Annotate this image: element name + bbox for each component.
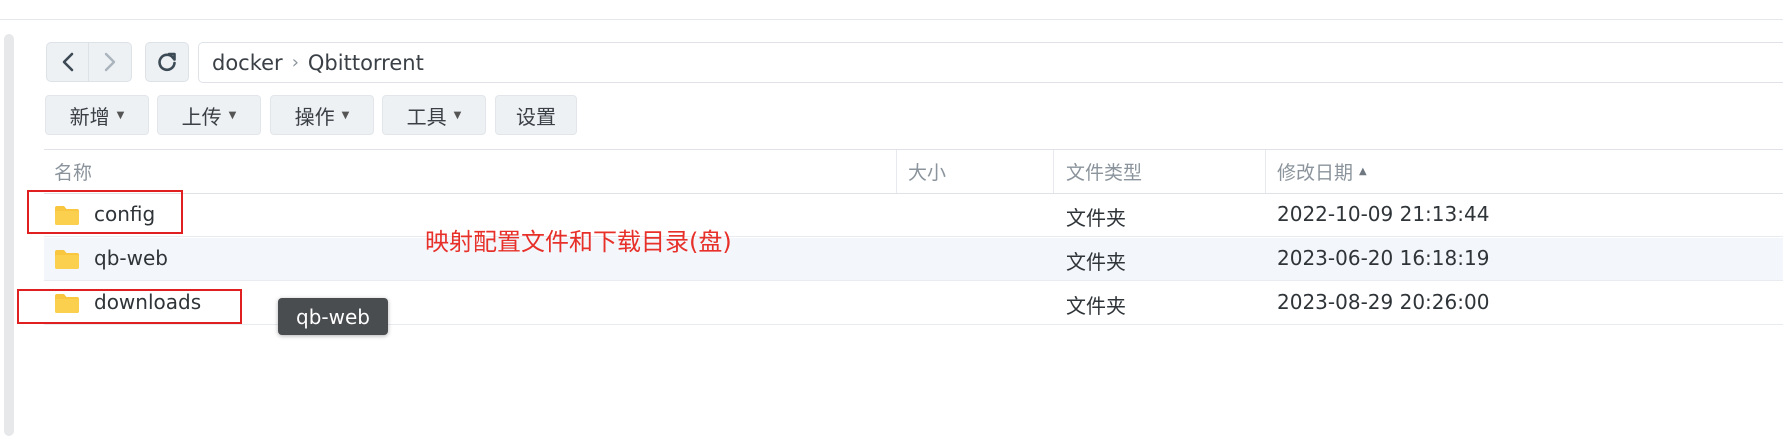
column-header-modified[interactable]: 修改日期 ▲ [1277,150,1367,193]
breadcrumb-item-docker[interactable]: docker [212,51,283,75]
breadcrumb-separator: › [291,52,299,73]
column-header-name[interactable]: 名称 [54,150,92,193]
upload-button[interactable]: 上传 ▼ [157,95,261,135]
tools-button[interactable]: 工具 ▼ [382,95,486,135]
chevron-right-icon [104,52,116,72]
table-row[interactable]: qb-web 文件夹 2023-06-20 16:18:19 [44,238,1783,281]
tooltip: qb-web [278,298,388,335]
column-header-type[interactable]: 文件类型 [1066,150,1142,193]
column-separator[interactable] [1053,150,1054,193]
file-type: 文件夹 [1066,250,1126,274]
column-header-size-label: 大小 [908,162,947,184]
breadcrumb-item-qbittorrent[interactable]: Qbittorrent [308,51,424,75]
tools-button-label: 工具 [406,104,447,129]
sort-ascending-icon: ▲ [1359,166,1367,177]
caret-down-icon: ▼ [228,109,237,121]
caret-down-icon: ▼ [116,109,125,121]
column-header-type-label: 文件类型 [1066,162,1143,184]
window-top-bar [0,0,1783,20]
new-button[interactable]: 新增 ▼ [45,95,149,135]
refresh-icon [158,52,176,72]
refresh-button[interactable] [145,42,189,82]
file-type: 文件夹 [1066,206,1126,230]
file-modified: 2023-06-20 16:18:19 [1277,246,1490,270]
tooltip-text: qb-web [296,304,370,329]
highlight-box-config [27,190,183,234]
settings-button[interactable]: 设置 [495,95,577,135]
column-header-name-label: 名称 [54,162,93,184]
annotation-text: 映射配置文件和下载目录(盘) [425,228,732,256]
chevron-left-icon [62,52,73,72]
forward-button[interactable] [89,42,132,82]
left-scrollbar[interactable] [4,34,14,436]
caret-down-icon: ▼ [341,109,350,121]
column-header-modified-label: 修改日期 [1277,162,1354,184]
action-button-label: 操作 [294,104,335,129]
column-separator[interactable] [1265,150,1266,193]
folder-icon [55,250,79,269]
file-modified: 2022-10-09 21:13:44 [1277,202,1490,226]
file-name: qb-web [94,246,168,270]
column-separator[interactable] [896,150,897,193]
caret-down-icon: ▼ [453,109,462,121]
upload-button-label: 上传 [181,104,222,129]
column-header-size[interactable]: 大小 [908,150,946,193]
path-bar[interactable]: docker › Qbittorrent ★ [198,42,1783,83]
highlight-box-downloads [17,289,242,324]
settings-button-label: 设置 [516,104,556,129]
file-modified: 2023-08-29 20:26:00 [1277,290,1490,314]
table-row[interactable]: config 文件夹 2022-10-09 21:13:44 [44,194,1783,237]
new-button-label: 新增 [69,104,110,129]
action-button[interactable]: 操作 ▼ [270,95,374,135]
back-button[interactable] [46,42,89,82]
file-type: 文件夹 [1066,294,1126,318]
